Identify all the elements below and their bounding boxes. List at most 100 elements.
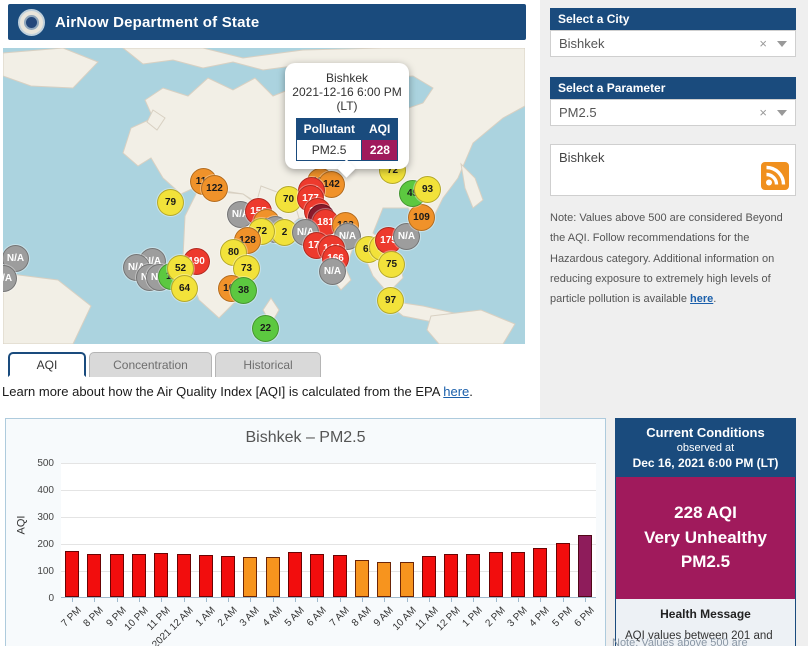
x-tick-label: 2 PM: [483, 605, 508, 630]
aqi-marker[interactable]: 79: [157, 189, 184, 216]
note-here-link[interactable]: here: [690, 293, 713, 305]
clear-city-icon[interactable]: ×: [759, 36, 767, 51]
x-tick: [161, 598, 163, 602]
aqi-chart-panel: Bishkek – PM2.5 AQI 0 100 200 300 400 500 7 P…: [5, 418, 606, 646]
chart-plot-area: [61, 463, 596, 602]
x-tick-label: 6 AM: [305, 605, 330, 629]
chart-bar: [265, 556, 280, 597]
parameter-select-value: PM2.5: [559, 105, 597, 120]
aqi-marker[interactable]: 122: [201, 175, 228, 202]
parameter-select[interactable]: PM2.5 ×: [550, 99, 796, 126]
chart-bar: [332, 555, 347, 597]
aqi-marker[interactable]: 64: [171, 275, 198, 302]
chart-bar: [354, 560, 369, 597]
observed-at-label: observed at: [676, 442, 735, 454]
chart-bar: [176, 554, 191, 597]
x-tick: [495, 598, 497, 602]
city-select-value: Bishkek: [559, 36, 605, 51]
y-tick-label: 200: [37, 539, 54, 550]
popup-timezone: (LT): [336, 99, 358, 113]
dos-seal-logo: [18, 8, 45, 36]
gridline: [61, 544, 596, 545]
chart-bar: [288, 552, 303, 597]
chart-bar: [377, 561, 392, 597]
x-tick-label: 2 AM: [216, 605, 240, 629]
tab-aqi[interactable]: AQI: [8, 352, 86, 377]
aqi-marker[interactable]: 109: [408, 204, 435, 231]
x-tick: [139, 598, 141, 602]
tab-historical[interactable]: Historical: [215, 352, 321, 377]
chart-bar: [399, 561, 414, 597]
x-tick-label: 4 PM: [527, 605, 553, 630]
x-tick-label: 3 AM: [238, 605, 263, 629]
aqi-marker[interactable]: 93: [414, 176, 441, 203]
aqi-marker[interactable]: N/A: [319, 258, 346, 285]
popup-col-pollutant: Pollutant: [296, 118, 362, 140]
x-tick-label: 6 PM: [572, 605, 597, 630]
popup-pollutant-value: PM2.5: [295, 139, 363, 161]
x-tick: [339, 598, 341, 602]
rss-icon[interactable]: [761, 162, 789, 190]
y-tick-label: 400: [37, 485, 54, 496]
chart-bar: [65, 551, 80, 597]
x-tick-label: 1 PM: [460, 605, 486, 630]
chart-bar: [510, 552, 525, 597]
x-tick: [584, 598, 586, 602]
aqi-map[interactable]: N/AN/A11112279N/A155106N/A2721288073190N…: [3, 48, 525, 344]
x-tick: [406, 598, 408, 602]
city-select[interactable]: Bishkek ×: [550, 30, 796, 57]
x-tick-label: 12 PM: [434, 605, 463, 634]
chart-bar: [488, 552, 503, 597]
map-popup: Bishkek 2021-12-16 6:00 PM (LT) Pollutan…: [285, 63, 409, 178]
gridline: [61, 517, 596, 518]
current-conditions-header: Current Conditions observed at Dec 16, 2…: [616, 419, 795, 477]
chart-bar: [555, 543, 570, 597]
x-tick-label: 3 PM: [505, 605, 530, 630]
x-tick-label: 8 AM: [349, 605, 374, 629]
current-conditions-panel: Current Conditions observed at Dec 16, 2…: [615, 418, 796, 646]
gridline: [61, 463, 596, 464]
sidebar-note: Note: Values above 500 are considered Be…: [550, 212, 783, 306]
clear-parameter-icon[interactable]: ×: [759, 105, 767, 120]
x-tick-label: 8 PM: [81, 605, 107, 630]
x-tick: [384, 598, 386, 602]
chart-bar: [198, 555, 213, 597]
aqi-category-block: 228 AQI Very Unhealthy PM2.5: [616, 477, 795, 599]
x-tick: [451, 598, 453, 602]
health-message-title: Health Message: [660, 606, 751, 621]
x-tick-label: 10 PM: [122, 605, 151, 634]
tab-concentration[interactable]: Concentration: [89, 352, 212, 377]
popup-col-aqi: AQI: [361, 118, 398, 140]
x-tick: [473, 598, 475, 602]
x-tick-label: 5 PM: [550, 605, 575, 630]
page: AirNow Department of State N/AN/A1111227…: [0, 0, 808, 646]
chart-bar: [87, 553, 102, 597]
chart-bar: [466, 553, 481, 597]
popup-datetime: 2021-12-16 6:00 PM: [292, 85, 402, 99]
chart-bar: [154, 552, 169, 597]
y-tick-label: 500: [37, 458, 54, 469]
y-tick-label: 100: [37, 566, 54, 577]
tab-bar: AQI Concentration Historical: [8, 352, 324, 377]
chevron-down-icon[interactable]: [777, 109, 787, 116]
aqi-marker[interactable]: 97: [377, 287, 404, 314]
epa-here-link[interactable]: here: [443, 384, 469, 399]
aqi-marker[interactable]: 75: [378, 251, 405, 278]
y-tick-label: 300: [37, 512, 54, 523]
aqi-marker[interactable]: 38: [230, 277, 257, 304]
chevron-down-icon[interactable]: [777, 40, 787, 47]
aqi-marker[interactable]: 22: [252, 315, 279, 342]
x-tick: [361, 598, 363, 602]
x-tick: [228, 598, 230, 602]
chart-bar: [310, 553, 325, 597]
x-tick-label: 7 PM: [59, 605, 84, 630]
x-tick: [562, 598, 564, 602]
select-parameter-header: Select a Parameter: [550, 77, 796, 99]
gridline: [61, 490, 596, 491]
current-conditions-title: Current Conditions: [646, 425, 765, 440]
rss-feed-box: Bishkek: [550, 144, 796, 196]
learn-more-text: Learn more about how the Air Quality Ind…: [2, 384, 473, 399]
popup-city: Bishkek: [325, 71, 369, 85]
chart-bar: [577, 535, 592, 597]
x-tick-label: 1 AM: [193, 605, 218, 629]
